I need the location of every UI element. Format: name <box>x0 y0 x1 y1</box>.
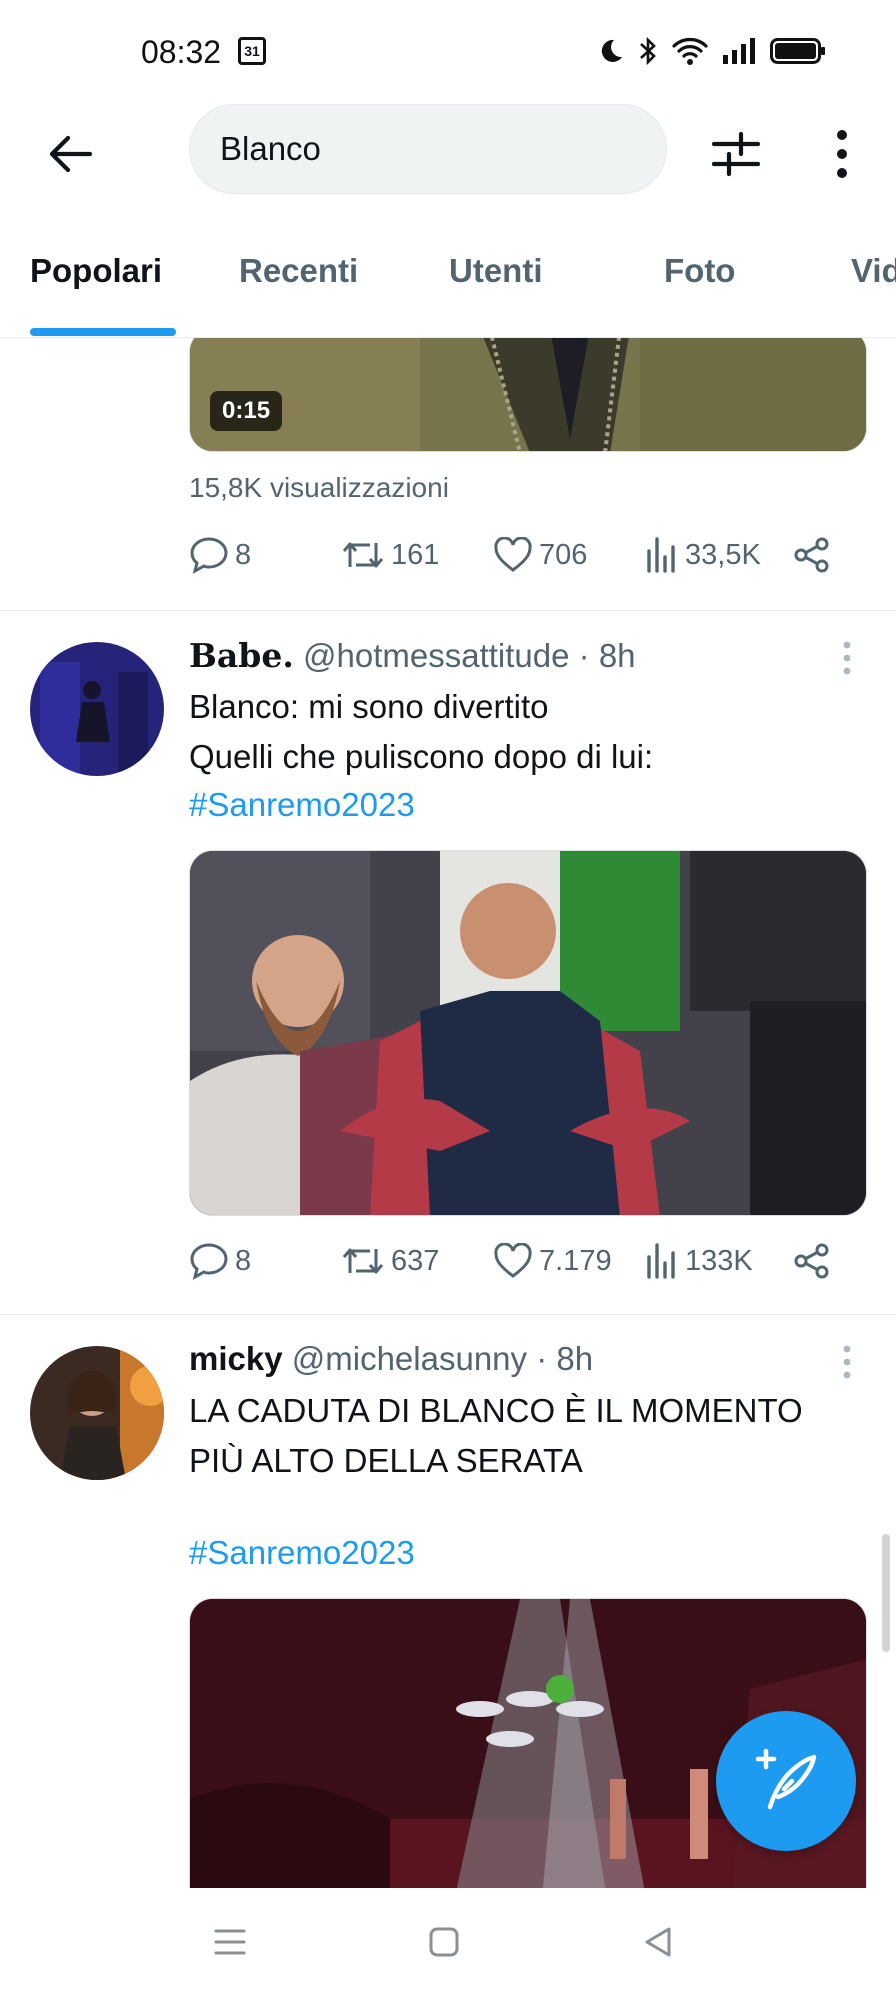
video-duration: 0:15 <box>210 391 283 431</box>
tweet-header: Babe. @hotmessattitude · 8h <box>189 636 636 675</box>
views-button[interactable]: 33,5K <box>645 530 761 580</box>
like-count: 7.179 <box>539 1244 612 1277</box>
compose-tweet-button[interactable] <box>716 1711 856 1851</box>
share-icon <box>794 537 829 573</box>
share-button[interactable] <box>793 1236 831 1286</box>
retweet-count: 637 <box>391 1244 440 1277</box>
tweet-more-button[interactable] <box>832 1342 862 1382</box>
heart-icon <box>494 537 532 572</box>
menu-icon <box>214 1929 246 1955</box>
search-query: Blanco <box>220 130 321 167</box>
reply-icon <box>190 537 228 574</box>
tab-popolari[interactable]: Popolari <box>30 252 162 290</box>
tweet-text: LA CADUTA DI BLANCO È IL MOMENTO PIÙ ALT… <box>189 1386 869 1486</box>
display-name[interactable]: Babe. <box>189 636 294 675</box>
username[interactable]: @hotmessattitude <box>303 637 569 674</box>
analytics-icon <box>647 1243 675 1279</box>
system-navigation-bar <box>0 1888 896 2000</box>
avatar[interactable] <box>30 1346 164 1480</box>
views-button[interactable]: 133K <box>645 1236 753 1286</box>
search-filter-button[interactable] <box>706 124 766 184</box>
retweet-icon <box>342 542 384 568</box>
more-vertical-icon <box>837 130 847 178</box>
tweet-actions: 8 161 706 33,5K <box>189 530 839 580</box>
more-vertical-icon <box>843 1345 851 1379</box>
home-button[interactable] <box>414 1912 474 1972</box>
status-bar: 08:32 31 <box>0 0 896 104</box>
search-tabs: Popolari Recenti Utenti Foto Video <box>0 224 896 338</box>
search-results-feed[interactable]: 0:15 15,8K visualizzazioni 8 161 706 33,… <box>0 338 896 1888</box>
filter-sliders-icon <box>711 131 761 177</box>
reply-button[interactable]: 8 <box>189 1236 251 1286</box>
tweet-divider <box>0 1314 896 1315</box>
retweet-button[interactable]: 161 <box>341 530 439 580</box>
battery-icon <box>770 38 825 64</box>
back-arrow-icon <box>49 135 92 173</box>
tweet-text-line: PIÙ ALTO DELLA SERATA <box>189 1442 583 1479</box>
display-name[interactable]: micky <box>189 1340 283 1377</box>
avatar-image <box>30 1346 164 1480</box>
more-options-button[interactable] <box>812 124 872 184</box>
calendar-icon: 31 <box>238 37 266 65</box>
status-icons <box>596 36 826 66</box>
heart-icon <box>494 1243 532 1278</box>
back-button[interactable] <box>40 124 100 184</box>
reply-button[interactable]: 8 <box>189 530 251 580</box>
compose-tweet-icon <box>755 1748 817 1810</box>
search-header: Blanco <box>0 104 896 224</box>
tweet-time: · 8h <box>536 1340 594 1377</box>
video-views: 15,8K visualizzazioni <box>189 472 449 503</box>
tweet-text-line: Quelli che puliscono dopo di lui: <box>189 738 654 775</box>
tweet-text: Blanco: mi sono divertito Quelli che pul… <box>189 682 869 782</box>
tweet-text-line: LA CADUTA DI BLANCO È IL MOMENTO <box>189 1392 803 1429</box>
home-square-icon <box>429 1927 459 1957</box>
view-count: 133K <box>685 1244 753 1277</box>
hashtag-link[interactable]: #Sanremo2023 <box>189 1534 415 1572</box>
like-count: 706 <box>539 538 588 571</box>
more-vertical-icon <box>843 641 851 675</box>
share-button[interactable] <box>793 530 831 580</box>
username[interactable]: @michelasunny <box>292 1340 527 1377</box>
retweet-button[interactable]: 637 <box>341 1236 439 1286</box>
tweet-more-button[interactable] <box>832 638 862 678</box>
bluetooth-icon <box>640 36 656 66</box>
tab-recenti[interactable]: Recenti <box>239 252 358 290</box>
video-frame <box>190 338 866 451</box>
like-button[interactable]: 7.179 <box>493 1236 612 1286</box>
hashtag-link[interactable]: #Sanremo2023 <box>189 786 415 824</box>
tweet-header: micky @michelasunny · 8h <box>189 1340 593 1378</box>
avatar-image <box>30 642 164 776</box>
reply-count: 8 <box>235 538 252 571</box>
system-back-button[interactable] <box>628 1912 688 1972</box>
like-button[interactable]: 706 <box>493 530 587 580</box>
retweet-icon <box>342 1248 384 1274</box>
tweet-video[interactable]: 0:15 <box>189 338 867 452</box>
tab-foto[interactable]: Foto <box>664 252 735 290</box>
avatar[interactable] <box>30 642 164 776</box>
view-count: 33,5K <box>685 538 761 571</box>
status-time: 08:32 <box>141 34 222 70</box>
recent-apps-button[interactable] <box>200 1912 260 1972</box>
tab-utenti[interactable]: Utenti <box>449 252 543 290</box>
tweet-actions: 8 637 7.179 133K <box>189 1236 839 1286</box>
back-triangle-icon <box>645 1927 671 1957</box>
signal-icon <box>723 38 755 64</box>
photo-image <box>190 851 866 1215</box>
tweet-divider <box>0 610 896 611</box>
wifi-icon <box>672 38 708 65</box>
tweet-photo[interactable] <box>189 850 867 1216</box>
moon-icon <box>601 39 622 62</box>
reply-icon <box>190 1243 228 1280</box>
tweet-time: · 8h <box>578 637 636 674</box>
tab-video[interactable]: Video <box>851 252 896 290</box>
tweet-text-line: Blanco: mi sono divertito <box>189 688 549 725</box>
active-tab-indicator <box>30 328 176 336</box>
analytics-icon <box>647 537 675 573</box>
share-icon <box>794 1243 829 1279</box>
scrollbar-thumb[interactable] <box>882 1534 890 1652</box>
retweet-count: 161 <box>391 538 440 571</box>
search-input[interactable]: Blanco <box>189 104 667 194</box>
reply-count: 8 <box>235 1244 252 1277</box>
